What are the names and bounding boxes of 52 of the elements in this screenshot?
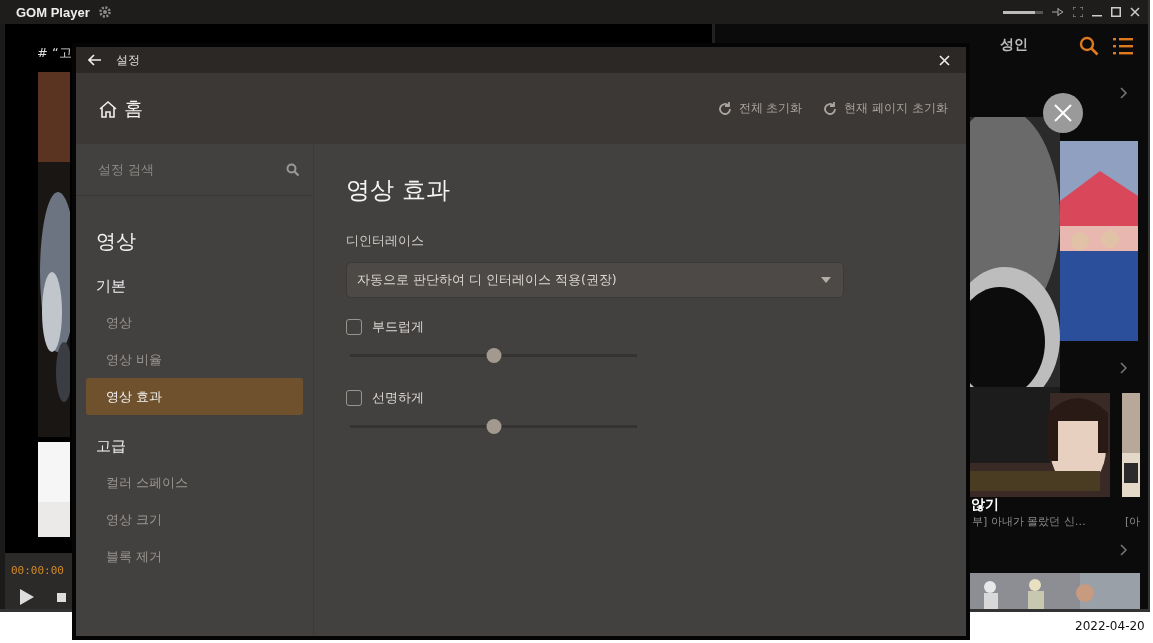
card-subtitle: [아 xyxy=(1125,514,1141,529)
card-title: 않기 xyxy=(971,496,999,514)
sidebar-item[interactable]: 영상 크기 xyxy=(86,501,303,538)
sidebar-item[interactable]: 영상 xyxy=(86,304,303,341)
field-label: 디인터레이스 xyxy=(346,232,425,250)
checkbox-label: 부드럽게 xyxy=(372,318,424,336)
home-title: 홈 xyxy=(124,95,143,121)
checkbox[interactable] xyxy=(346,319,362,335)
chevron-icon[interactable] xyxy=(1120,544,1128,556)
category-heading: 영상 xyxy=(96,228,137,255)
app-title: GOM Player xyxy=(16,4,90,20)
menu-icon[interactable] xyxy=(1113,37,1133,55)
caret-icon xyxy=(821,277,831,283)
deinterlace-dropdown[interactable]: 자동으로 판단하여 디 인터레이스 적용(권장) xyxy=(346,262,844,298)
sidebar-item[interactable]: 컬러 스페이스 xyxy=(86,464,303,501)
card-subtitle: 부] 아내가 몰랐던 신… xyxy=(972,514,1086,529)
home-icon[interactable] xyxy=(98,99,118,118)
group-heading: 기본 xyxy=(96,277,127,296)
slider-thumb[interactable] xyxy=(486,348,501,363)
sidebar-item[interactable]: 블록 제거 xyxy=(86,538,303,575)
checkbox-label: 선명하게 xyxy=(372,389,424,407)
search-field[interactable]: 설정 검색 xyxy=(96,161,286,178)
search-icon[interactable] xyxy=(1079,36,1099,56)
volume-slider[interactable] xyxy=(1003,10,1043,14)
reset-button[interactable]: 현재 페이지 초기화 xyxy=(822,100,948,117)
maximize-icon[interactable] xyxy=(1111,7,1121,17)
page-title: 영상 효과 xyxy=(346,175,451,206)
nav-tab[interactable]: 성인 xyxy=(1000,36,1028,54)
settings-icon[interactable] xyxy=(97,5,112,19)
sidebar-item[interactable]: 영상 비율 xyxy=(86,341,303,378)
slider-thumb[interactable] xyxy=(486,419,501,434)
date-text: 2022-04-20 xyxy=(1075,619,1145,633)
chevron-icon[interactable] xyxy=(1120,362,1128,374)
back-icon[interactable] xyxy=(88,54,102,66)
time-display: 00:00:00 xyxy=(11,564,64,577)
dialog-title: 설정 xyxy=(116,51,140,69)
reset-button[interactable]: 전체 초기화 xyxy=(716,100,803,117)
fullscreen-icon[interactable] xyxy=(1073,7,1083,17)
group-heading: 고급 xyxy=(96,437,127,456)
video-caption: # “고 xyxy=(37,44,72,62)
close-icon xyxy=(1054,104,1072,122)
close-button[interactable] xyxy=(1043,93,1083,133)
refresh-icon xyxy=(822,100,839,117)
sidebar-item[interactable]: 영상 효과 xyxy=(86,378,303,415)
play-button[interactable] xyxy=(19,588,35,606)
chevron-icon[interactable] xyxy=(1120,87,1128,99)
stop-button[interactable] xyxy=(57,592,66,602)
checkbox[interactable] xyxy=(346,390,362,406)
search-icon[interactable] xyxy=(286,163,299,176)
pin-icon[interactable] xyxy=(1052,7,1064,17)
refresh-icon xyxy=(716,100,733,117)
close-icon[interactable] xyxy=(1130,7,1140,17)
